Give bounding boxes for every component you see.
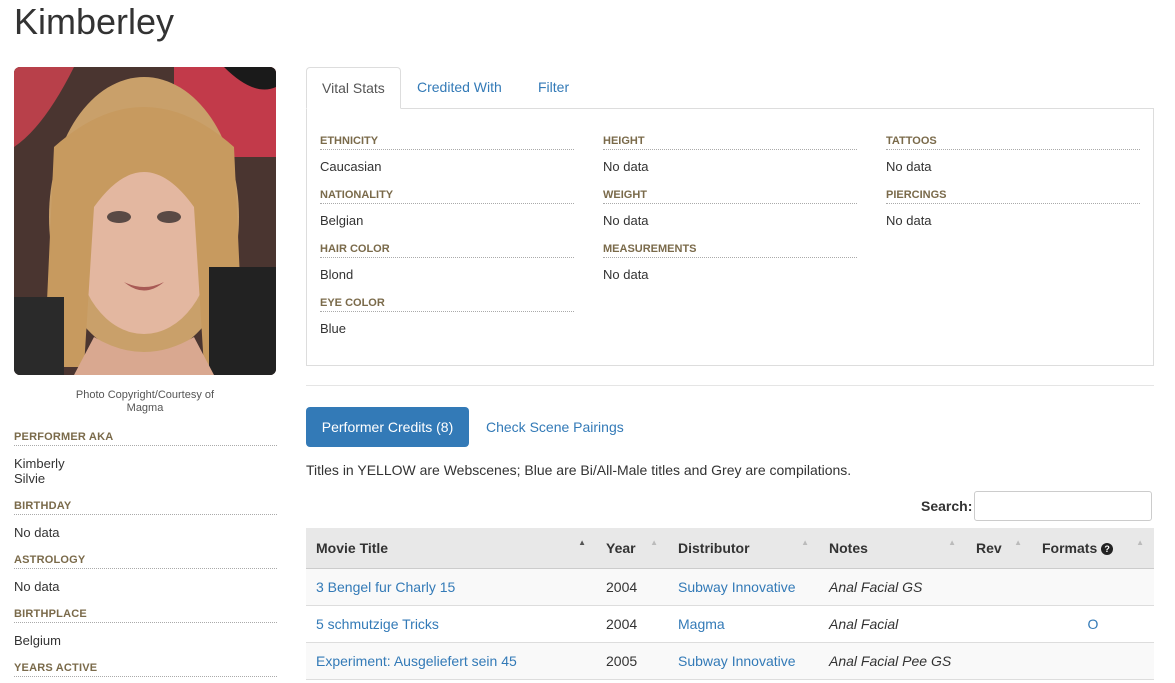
- height-label: HEIGHT: [603, 135, 857, 150]
- credits-table: Movie Title ▲ Year ▲ Distributor ▲ Notes ▲ R…: [306, 528, 1154, 680]
- sort-asc-icon: ▲: [578, 538, 586, 547]
- piercings-label: PIERCINGS: [886, 189, 1140, 204]
- vital-stats-panel: ETHNICITY Caucasian NATIONALITY Belgian …: [306, 108, 1154, 366]
- aka-value-1: Kimberly: [14, 456, 65, 471]
- movie-title-link[interactable]: 5 schmutzige Tricks: [316, 616, 439, 632]
- distributor-link[interactable]: Subway Innovative: [678, 653, 796, 669]
- nationality-value: Belgian: [320, 213, 364, 228]
- hair-color-label: HAIR COLOR: [320, 243, 574, 258]
- astrology-value: No data: [14, 579, 60, 594]
- column-label: Notes: [829, 540, 868, 556]
- weight-label: WEIGHT: [603, 189, 857, 204]
- table-row: 3 Bengel fur Charly 15 2004 Subway Innov…: [306, 568, 1154, 606]
- column-rev[interactable]: Rev ▲: [966, 528, 1032, 569]
- photo-caption-line1: Photo Copyright/Courtesy of: [75, 389, 215, 401]
- profile-tabs: Vital Stats Credited With Filter: [306, 67, 1154, 109]
- column-formats[interactable]: Formats ? ▲: [1032, 528, 1154, 569]
- column-label: Movie Title: [316, 540, 389, 556]
- help-icon[interactable]: ?: [1101, 543, 1114, 555]
- measurements-value: No data: [603, 267, 649, 282]
- distributor-link[interactable]: Magma: [678, 616, 725, 632]
- notes-cell: Anal Facial Pee GS: [819, 642, 966, 680]
- column-notes[interactable]: Notes ▲: [819, 528, 966, 569]
- birthday-value: No data: [14, 525, 60, 540]
- rev-cell: [966, 642, 1032, 680]
- year-cell: 2005: [596, 642, 668, 680]
- tattoos-value: No data: [886, 159, 932, 174]
- performer-photo: [14, 67, 276, 375]
- birthplace-value: Belgium: [14, 633, 61, 648]
- tab-credited-with[interactable]: Credited With: [402, 67, 517, 107]
- table-row: 5 schmutzige Tricks 2004 Magma Anal Faci…: [306, 605, 1154, 643]
- sort-icon: ▲: [1014, 538, 1022, 547]
- year-cell: 2004: [596, 605, 668, 643]
- measurements-label: MEASUREMENTS: [603, 243, 857, 258]
- astrology-label: ASTROLOGY: [14, 554, 277, 569]
- height-value: No data: [603, 159, 649, 174]
- tab-filter[interactable]: Filter: [523, 67, 584, 107]
- legend-note: Titles in YELLOW are Webscenes; Blue are…: [306, 462, 852, 478]
- performer-credits-button[interactable]: Performer Credits (8): [306, 407, 469, 447]
- search-label: Search:: [921, 498, 973, 514]
- check-scene-pairings-link[interactable]: Check Scene Pairings: [486, 407, 624, 447]
- photo-caption: Photo Copyright/Courtesy of Magma: [14, 389, 276, 415]
- search-input[interactable]: [974, 491, 1152, 521]
- notes-cell: Anal Facial GS: [819, 568, 966, 606]
- birthplace-label: BIRTHPLACE: [14, 608, 277, 623]
- column-label: Formats: [1042, 540, 1098, 556]
- page-title: Kimberley: [14, 1, 175, 42]
- hair-color-value: Blond: [320, 267, 354, 282]
- column-year[interactable]: Year ▲: [596, 528, 668, 569]
- tab-vital-stats[interactable]: Vital Stats: [306, 67, 401, 109]
- nationality-label: NATIONALITY: [320, 189, 574, 204]
- weight-value: No data: [603, 213, 649, 228]
- divider: [306, 385, 1154, 386]
- column-label: Distributor: [678, 540, 750, 556]
- eye-color-value: Blue: [320, 321, 347, 336]
- sort-icon: ▲: [650, 538, 658, 547]
- photo-caption-line2: Magma: [126, 402, 164, 414]
- tattoos-label: TATTOOS: [886, 135, 1140, 150]
- sort-icon: ▲: [948, 538, 956, 547]
- year-cell: 2004: [596, 568, 668, 606]
- movie-title-link[interactable]: Experiment: Ausgeliefert sein 45: [316, 653, 517, 669]
- rev-cell: [966, 605, 1032, 643]
- piercings-value: No data: [886, 213, 932, 228]
- rev-cell: [966, 568, 1032, 606]
- ethnicity-value: Caucasian: [320, 159, 382, 174]
- eye-color-label: EYE COLOR: [320, 297, 574, 312]
- column-label: Year: [606, 540, 636, 556]
- column-movie-title[interactable]: Movie Title ▲: [306, 528, 596, 569]
- sort-icon: ▲: [801, 538, 809, 547]
- format-link[interactable]: O: [1088, 616, 1099, 632]
- table-header-row: Movie Title ▲ Year ▲ Distributor ▲ Notes ▲ R…: [306, 528, 1154, 569]
- years-active-label: YEARS ACTIVE: [14, 662, 277, 677]
- table-row: Experiment: Ausgeliefert sein 45 2005 Su…: [306, 642, 1154, 680]
- column-label: Rev: [976, 540, 1002, 556]
- ethnicity-label: ETHNICITY: [320, 135, 574, 150]
- distributor-link[interactable]: Subway Innovative: [678, 579, 796, 595]
- birthday-label: BIRTHDAY: [14, 500, 277, 515]
- column-distributor[interactable]: Distributor ▲: [668, 528, 819, 569]
- notes-cell: Anal Facial: [819, 605, 966, 643]
- aka-value-2: Silvie: [14, 471, 46, 486]
- movie-title-link[interactable]: 3 Bengel fur Charly 15: [316, 579, 455, 595]
- sort-icon: ▲: [1136, 538, 1144, 547]
- aka-label: PERFORMER AKA: [14, 431, 277, 446]
